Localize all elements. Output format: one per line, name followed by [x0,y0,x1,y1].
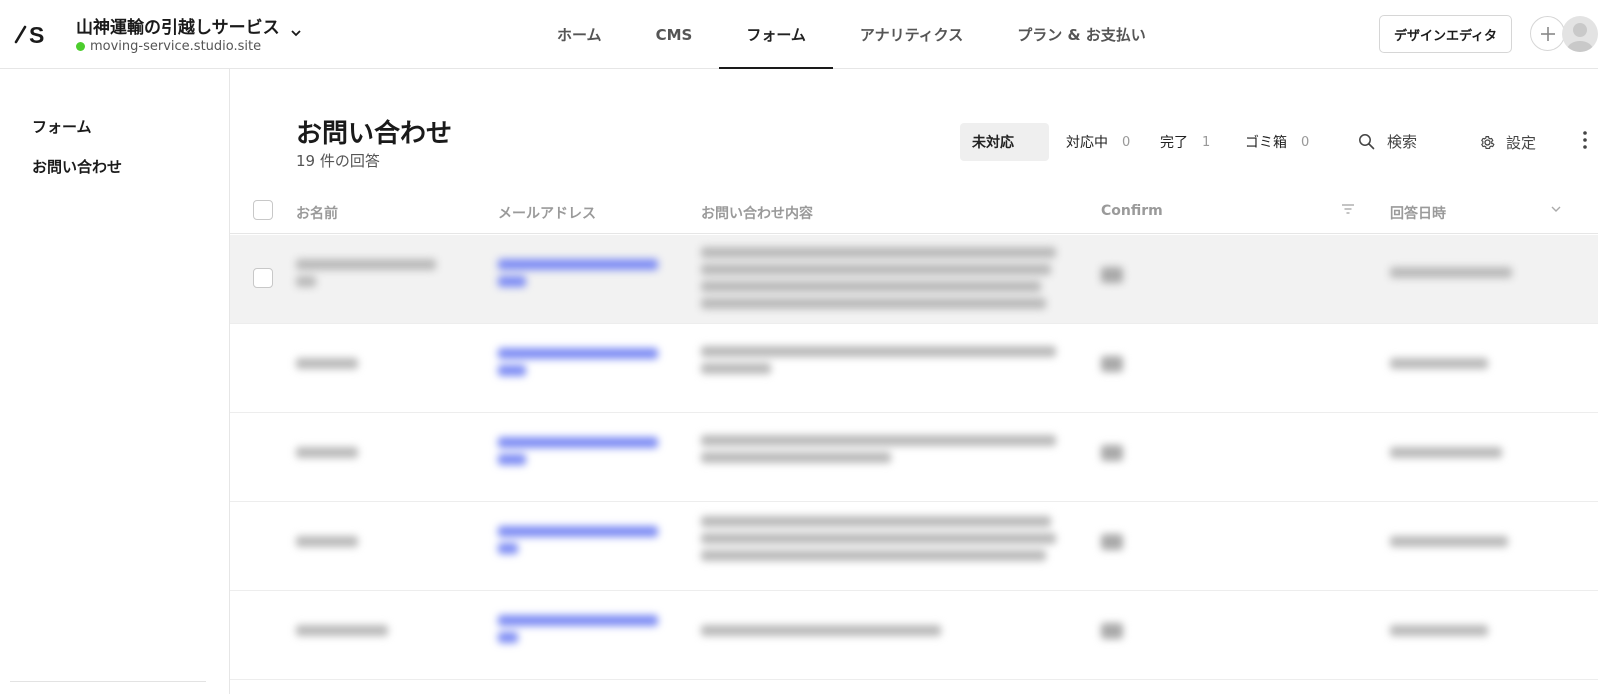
confirm-cell [1101,445,1123,467]
sidebar-item-forms[interactable]: フォーム [32,116,92,137]
table-header: お名前 メールアドレス お問い合わせ内容 Confirm 回答日時 [230,190,1598,234]
search-button[interactable]: 検索 [1358,131,1417,152]
svg-text:S: S [29,22,44,46]
date-cell [1390,447,1502,464]
chevron-down-icon[interactable] [290,28,302,38]
nav-forms[interactable]: フォーム [719,0,833,69]
message-cell [701,247,1061,315]
site-url: moving-service.studio.site [90,39,262,54]
column-header-message[interactable]: お問い合わせ内容 [701,203,813,223]
plus-icon [1540,26,1555,41]
email-cell[interactable] [498,526,668,560]
column-header-date[interactable]: 回答日時 [1390,203,1446,223]
main-nav: ホーム CMS フォーム アナリティクス プラン & お支払い [530,0,1173,69]
table-row[interactable] [230,235,1598,324]
nav-cms[interactable]: CMS [629,0,720,69]
name-cell [296,447,358,464]
message-cell [701,625,1061,642]
add-button[interactable] [1530,16,1565,51]
site-url-row: moving-service.studio.site [76,39,261,54]
email-cell[interactable] [498,615,668,649]
filter-tab-label: 対応中 [1066,135,1108,151]
sidebar-divider [10,681,206,682]
filter-tab-in-progress[interactable]: 対応中 0 [1066,123,1130,161]
confirm-cell [1101,534,1123,556]
site-name[interactable]: 山神運輸の引越しサービス [76,13,280,38]
table-row[interactable] [230,413,1598,502]
column-header-email[interactable]: メールアドレス [498,203,596,223]
chevron-down-icon[interactable] [1550,204,1562,214]
date-cell [1390,358,1488,375]
row-checkbox[interactable] [253,268,273,288]
design-editor-button[interactable]: デザインエディタ [1379,15,1512,53]
name-cell [296,536,358,553]
sidebar: フォーム お問い合わせ [0,69,230,694]
message-cell [701,346,1061,380]
nav-plan-billing[interactable]: プラン & お支払い [990,0,1173,69]
filter-tab-count: 0 [1122,134,1131,150]
name-cell [296,625,388,642]
filter-tab-count: 1 [1202,134,1211,150]
search-icon [1359,134,1375,150]
nav-analytics[interactable]: アナリティクス [833,0,990,69]
message-cell [701,435,1061,469]
more-options-icon[interactable] [1578,129,1592,151]
email-cell[interactable] [498,348,668,382]
date-cell [1390,267,1512,284]
email-cell[interactable] [498,259,668,293]
gear-icon [1481,136,1495,149]
settings-label: 設定 [1506,134,1537,152]
nav-home[interactable]: ホーム [530,0,629,69]
table-row[interactable] [230,324,1598,413]
confirm-cell [1101,356,1123,378]
message-cell [701,516,1061,567]
confirm-cell [1101,623,1123,645]
search-label: 検索 [1387,133,1418,151]
filter-tab-unhandled[interactable]: 未対応 [960,123,1049,161]
top-bar: S 山神運輸の引越しサービス moving-service.studio.sit… [0,0,1598,69]
column-header-name[interactable]: お名前 [296,203,338,223]
email-cell[interactable] [498,437,668,471]
filter-tab-label: 完了 [1160,135,1188,151]
settings-button[interactable]: 設定 [1479,132,1536,153]
date-cell [1390,536,1508,553]
column-header-confirm[interactable]: Confirm [1101,203,1163,219]
table-row[interactable] [230,502,1598,591]
filter-tab-label: 未対応 [972,135,1014,151]
filter-tab-done[interactable]: 完了 1 [1160,123,1210,161]
response-count: 19 件の回答 [296,152,380,170]
status-dot [76,42,85,51]
avatar[interactable] [1562,16,1598,52]
filter-tab-trash[interactable]: ゴミ箱 0 [1245,123,1309,161]
filter-tab-label: ゴミ箱 [1245,135,1287,151]
table-row[interactable] [230,591,1598,680]
confirm-cell [1101,267,1123,289]
select-all-checkbox[interactable] [253,200,273,220]
user-icon [1567,23,1593,52]
name-cell [296,358,358,375]
filter-tab-count: 0 [1301,134,1310,150]
name-cell [296,259,446,293]
studio-logo-icon[interactable]: S [14,22,52,46]
page-title: お問い合わせ [296,119,453,149]
date-cell [1390,625,1488,642]
sidebar-item-contact[interactable]: お問い合わせ [32,156,122,177]
filter-icon[interactable] [1340,202,1356,216]
